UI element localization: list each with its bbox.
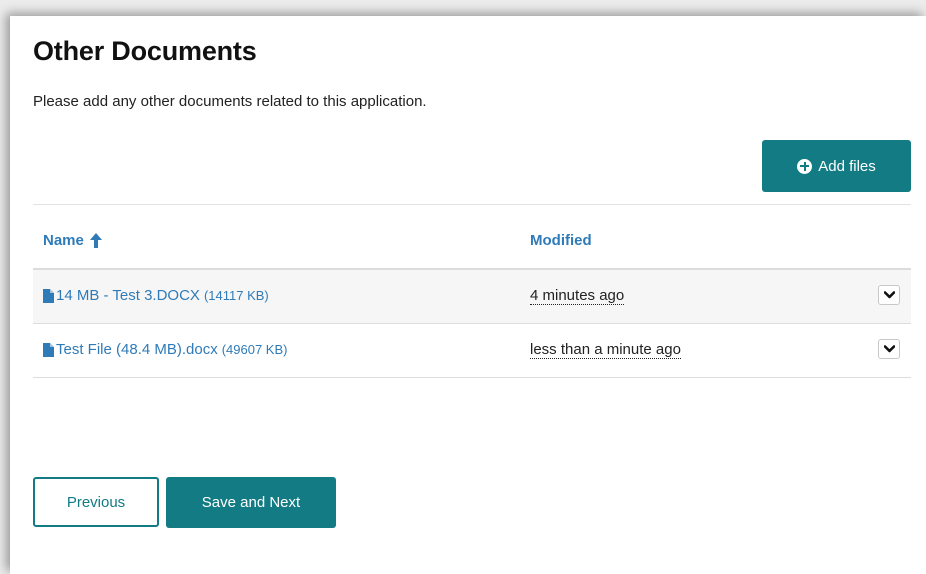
row-actions-button[interactable] [878,339,900,359]
arrow-up-icon [89,233,102,248]
chevron-down-icon [883,291,895,299]
documents-panel: Other Documents Please add any other doc… [10,16,926,574]
previous-button[interactable]: Previous [33,477,159,527]
file-link[interactable]: Test File (48.4 MB).docx (49607 KB) [43,341,287,358]
column-header-modified[interactable]: Modified [530,232,592,249]
chevron-down-icon [883,345,895,353]
plus-circle-icon [797,158,813,174]
modified-time: less than a minute ago [530,341,681,359]
page-description: Please add any other documents related t… [33,93,427,110]
file-link[interactable]: 14 MB - Test 3.DOCX (14117 KB) [43,287,269,304]
divider [33,204,911,205]
file-size: (14117 KB) [203,288,269,303]
table-row: 14 MB - Test 3.DOCX (14117 KB) 4 minutes… [33,270,911,324]
save-and-next-button[interactable]: Save and Next [166,477,336,528]
file-icon [43,288,54,303]
file-icon [43,342,54,357]
add-files-label: Add files [818,157,876,175]
table-row: Test File (48.4 MB).docx (49607 KB) less… [33,324,911,378]
add-files-button[interactable]: Add files [762,140,911,192]
file-name: Test File (48.4 MB).docx [56,341,218,358]
table-header: Name Modified [33,216,911,270]
modified-time: 4 minutes ago [530,287,625,305]
file-size: (49607 KB) [221,342,288,357]
column-header-name[interactable]: Name [43,232,102,249]
column-header-name-label: Name [43,232,84,249]
row-actions-button[interactable] [878,285,900,305]
page-title: Other Documents [33,36,257,66]
file-name: 14 MB - Test 3.DOCX [56,287,200,304]
